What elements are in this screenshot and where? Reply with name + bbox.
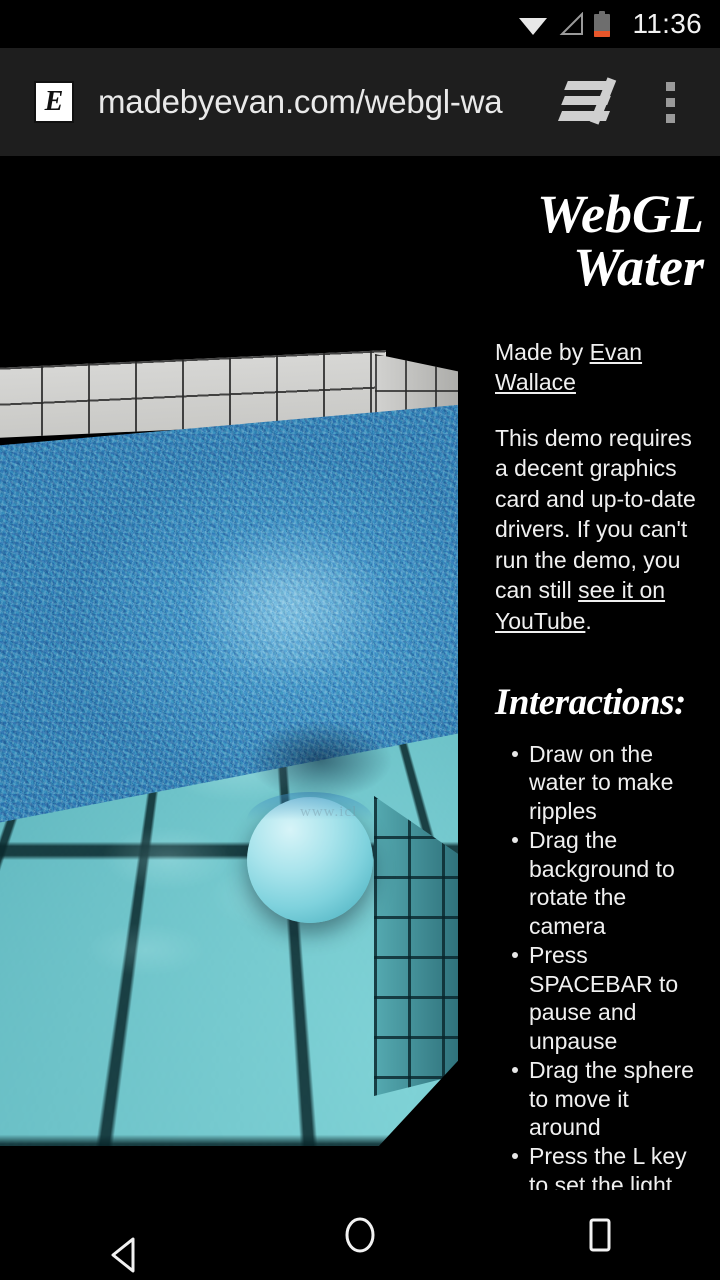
page-title-line1: WebGL — [537, 184, 704, 244]
overflow-menu-icon[interactable] — [642, 67, 698, 137]
interactions-list: Draw on the water to make ripples Drag th… — [495, 740, 704, 1190]
status-bar-clock: 11:36 — [633, 10, 703, 38]
requirements-blurb: This demo requires a decent graphics car… — [495, 423, 704, 637]
interaction-list-item: Drag the background to rotate the camera — [495, 826, 704, 941]
interaction-list-item: Draw on the water to make ripples — [495, 740, 704, 826]
tab-stack-icon[interactable] — [554, 67, 624, 137]
page-title: WebGL Water — [495, 188, 704, 294]
webgl-water-canvas[interactable]: www.icl — [0, 156, 468, 1190]
recents-square-icon — [583, 1215, 617, 1255]
home-circle-icon — [341, 1214, 379, 1256]
status-bar: 11:36 — [0, 0, 720, 48]
interaction-list-item: Press SPACEBAR to pause and unpause — [495, 941, 704, 1056]
byline: Made by Evan Wallace — [495, 338, 704, 398]
canvas-bottom-mask — [0, 1144, 468, 1190]
status-bar-icons: 11:36 — [518, 10, 703, 38]
nav-home-button[interactable] — [300, 1190, 420, 1280]
wifi-icon — [518, 12, 548, 36]
interactions-heading: Interactions: — [495, 681, 704, 724]
back-triangle-icon — [107, 1216, 133, 1254]
cellular-signal-icon — [558, 12, 584, 36]
page-title-line2: Water — [573, 237, 704, 297]
blurb-text-2: . — [585, 608, 591, 634]
interaction-list-item: Press the L key to set the light directi… — [495, 1142, 704, 1190]
byline-prefix: Made by — [495, 339, 590, 365]
water-sphere[interactable] — [247, 797, 373, 923]
interaction-list-item: Drag the sphere to move it around — [495, 1056, 704, 1142]
url-bar[interactable]: madebyevan.com/webgl-wa — [98, 83, 554, 121]
nav-back-button[interactable] — [60, 1190, 180, 1280]
page-text-column: WebGL Water Made by Evan Wallace This de… — [468, 156, 720, 1190]
android-navigation-bar — [0, 1190, 720, 1280]
browser-toolbar: E madebyevan.com/webgl-wa — [0, 48, 720, 156]
favicon: E — [34, 81, 74, 123]
web-page-content: www.icl WebGL Water Made by Evan Wallace… — [0, 156, 720, 1190]
pool-scene: www.icl — [0, 156, 468, 1190]
phone-screen: 11:36 E madebyevan.com/webgl-wa www.icl … — [0, 0, 720, 1280]
canvas-right-mask — [458, 156, 468, 1190]
nav-recents-button[interactable] — [540, 1190, 660, 1280]
battery-icon — [594, 11, 610, 37]
